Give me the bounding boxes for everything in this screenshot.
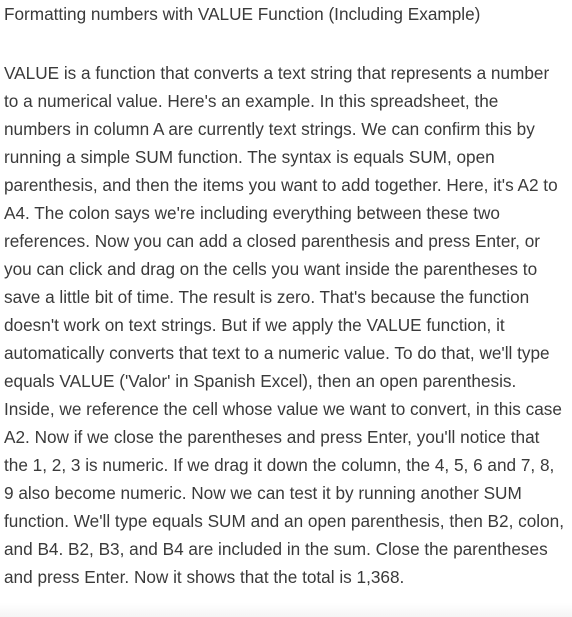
bottom-fade (0, 603, 572, 617)
article-title: Formatting numbers with VALUE Function (… (4, 4, 481, 24)
article-body: VALUE is a function that converts a text… (4, 63, 564, 587)
document-page: Formatting numbers with VALUE Function (… (0, 0, 572, 617)
